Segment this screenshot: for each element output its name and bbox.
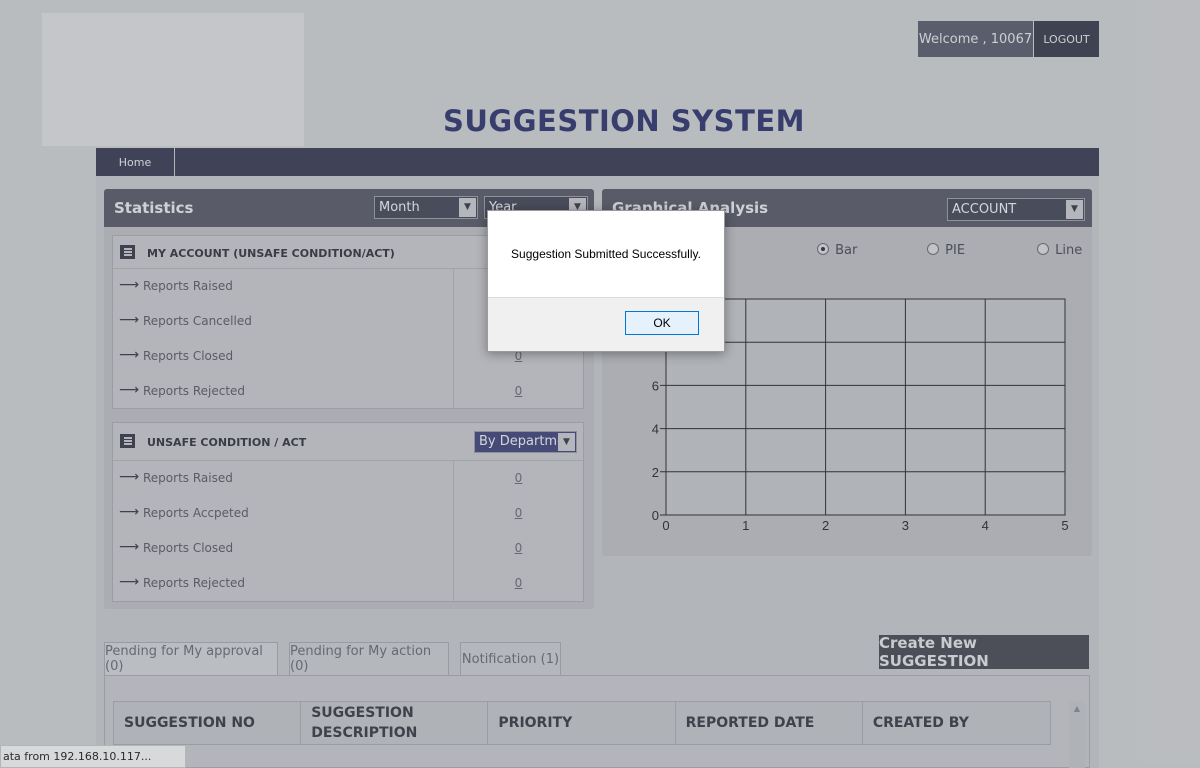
ok-button[interactable]: OK (625, 311, 699, 335)
dialog-footer: OK (488, 297, 724, 351)
dialog-message: Suggestion Submitted Successfully. (511, 247, 701, 261)
alert-dialog: Suggestion Submitted Successfully. OK (487, 210, 725, 352)
modal-overlay (0, 0, 1200, 768)
